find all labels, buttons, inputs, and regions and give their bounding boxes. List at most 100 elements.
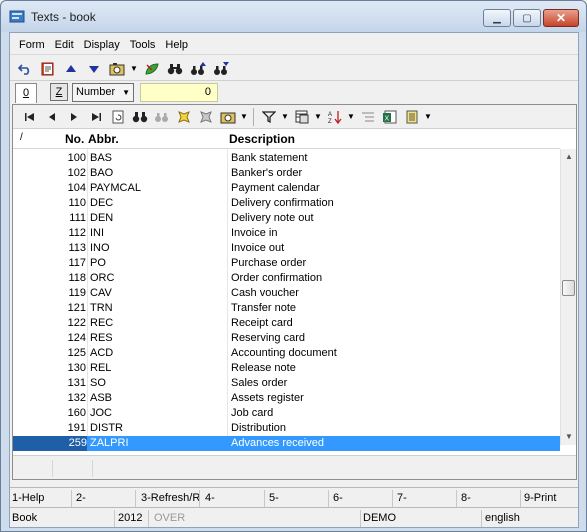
camera-icon[interactable] <box>106 59 127 79</box>
table-row[interactable]: 160 JOC Job card <box>13 406 560 421</box>
table-row[interactable]: 259 ZALPRI Advances received <box>13 436 560 451</box>
search-input[interactable]: 0 <box>140 83 218 102</box>
chevron-down-icon[interactable]: ▼ <box>346 107 356 127</box>
status-separator <box>481 510 482 527</box>
chevron-down-icon[interactable]: ▼ <box>423 107 433 127</box>
cell-abbreviation: DEN <box>90 212 114 224</box>
camera-dropdown-icon[interactable]: ▼ <box>129 59 139 79</box>
arrow-up-icon[interactable] <box>60 59 81 79</box>
fkey-separator <box>264 490 265 507</box>
chevron-down-icon[interactable]: ▼ <box>313 107 323 127</box>
fkey-8[interactable]: 8- <box>461 492 471 504</box>
cell-abbreviation: DEC <box>90 197 114 209</box>
menu-help[interactable]: Help <box>160 35 193 55</box>
cell-number: 104 <box>67 182 86 194</box>
fkey-separator <box>71 490 72 507</box>
table-row[interactable]: 121 TRN Transfer note <box>13 301 560 316</box>
cell-description: Invoice out <box>231 242 285 254</box>
arrow-down-icon[interactable] <box>83 59 104 79</box>
status-separator <box>360 510 361 527</box>
sort-field-select[interactable]: Number ▼ <box>72 83 134 102</box>
find-icon[interactable] <box>129 107 150 127</box>
cell-number: 118 <box>68 272 86 284</box>
table-row[interactable]: 100 BAS Bank statement <box>13 151 560 166</box>
new-record-icon[interactable] <box>173 107 194 127</box>
menu-tools[interactable]: Tools <box>125 35 161 55</box>
previous-record-icon[interactable] <box>41 107 62 127</box>
last-record-icon[interactable] <box>85 107 106 127</box>
table-row[interactable]: 125 ACD Accounting document <box>13 346 560 361</box>
maximize-button[interactable]: ▢ <box>513 9 541 27</box>
minimize-button[interactable]: ▁ <box>483 9 511 27</box>
binoculars-up-icon[interactable] <box>187 59 208 79</box>
table-row[interactable]: 104 PAYMCAL Payment calendar <box>13 181 560 196</box>
scroll-up-icon[interactable]: ▲ <box>561 149 576 165</box>
grid-footer-bar <box>13 455 576 479</box>
scroll-down-icon[interactable]: ▼ <box>561 429 576 445</box>
book-icon[interactable] <box>37 59 58 79</box>
column-header-marker[interactable]: / <box>20 132 23 143</box>
scrollbar-thumb[interactable] <box>562 280 575 296</box>
fkey-6[interactable]: 6- <box>333 492 343 504</box>
table-row[interactable]: 117 PO Purchase order <box>13 256 560 271</box>
table-row[interactable]: 102 BAO Banker's order <box>13 166 560 181</box>
chevron-down-icon[interactable]: ▼ <box>239 107 249 127</box>
leaf-icon[interactable] <box>141 59 162 79</box>
table-row[interactable]: 191 DISTR Distribution <box>13 421 560 436</box>
tab-row: 0 Z Number ▼ 0 <box>10 82 578 104</box>
cell-abbreviation: ZALPRI <box>90 437 129 449</box>
cell-number: 112 <box>68 227 86 239</box>
fkey-5[interactable]: 5- <box>269 492 279 504</box>
fkey-help[interactable]: 1-Help <box>12 492 44 504</box>
cell-description: Distribution <box>231 422 287 434</box>
menu-display[interactable]: Display <box>79 35 125 55</box>
excel-export-icon[interactable]: X <box>379 107 400 127</box>
table-row[interactable]: 118 ORC Order confirmation <box>13 271 560 286</box>
table-row[interactable]: 132 ASB Assets register <box>13 391 560 406</box>
fkey-4[interactable]: 4- <box>205 492 215 504</box>
chevron-down-icon[interactable]: ▼ <box>280 107 290 127</box>
camera-icon[interactable] <box>217 107 238 127</box>
table-row[interactable]: 124 RES Reserving card <box>13 331 560 346</box>
status-mode: Book <box>12 512 38 524</box>
fkey-7[interactable]: 7- <box>397 492 407 504</box>
binoculars-down-icon[interactable] <box>210 59 231 79</box>
fkey-print[interactable]: 9-Print <box>524 492 556 504</box>
table-row[interactable]: 119 CAV Cash voucher <box>13 286 560 301</box>
fkey-refresh[interactable]: 3-Refresh/R <box>141 492 200 504</box>
title-bar: Texts - book ▁ ▢ ✕ <box>1 1 586 32</box>
binoculars-icon[interactable] <box>164 59 185 79</box>
cell-description: Release note <box>231 362 296 374</box>
fkey-2[interactable]: 2- <box>76 492 86 504</box>
sort-az-icon[interactable]: AZ <box>324 107 345 127</box>
undo-icon[interactable] <box>14 59 35 79</box>
fkey-separator <box>520 490 521 507</box>
first-record-icon[interactable] <box>19 107 40 127</box>
menu-edit[interactable]: Edit <box>50 35 79 55</box>
report-icon[interactable] <box>401 107 422 127</box>
cell-number: 100 <box>67 152 86 164</box>
table-row[interactable]: 122 REC Receipt card <box>13 316 560 331</box>
columns-icon[interactable] <box>291 107 312 127</box>
table-row[interactable]: 111 DEN Delivery note out <box>13 211 560 226</box>
table-row[interactable]: 110 DEC Delivery confirmation <box>13 196 560 211</box>
column-header-description[interactable]: Description <box>229 132 295 146</box>
menu-form[interactable]: Form <box>14 35 50 55</box>
table-row[interactable]: 113 INO Invoice out <box>13 241 560 256</box>
cell-abbreviation: BAS <box>90 152 113 164</box>
refresh-icon[interactable] <box>107 107 128 127</box>
filter-icon[interactable] <box>258 107 279 127</box>
tab-0[interactable]: 0 <box>15 83 37 103</box>
copy-record-icon[interactable] <box>195 107 216 127</box>
cell-abbreviation: ASB <box>90 392 113 404</box>
column-header-abbreviation[interactable]: Abbr. <box>88 132 119 146</box>
cell-number: 110 <box>68 197 86 209</box>
next-record-icon[interactable] <box>63 107 84 127</box>
table-row[interactable]: 112 INI Invoice in <box>13 226 560 241</box>
table-row[interactable]: 130 REL Release note <box>13 361 560 376</box>
close-button[interactable]: ✕ <box>543 9 579 27</box>
column-header-number[interactable]: No. <box>65 132 84 146</box>
table-row[interactable]: 131 SO Sales order <box>13 376 560 391</box>
z-sort-button[interactable]: Z <box>50 83 68 101</box>
vertical-scrollbar[interactable]: ▲ ▼ <box>560 149 576 445</box>
